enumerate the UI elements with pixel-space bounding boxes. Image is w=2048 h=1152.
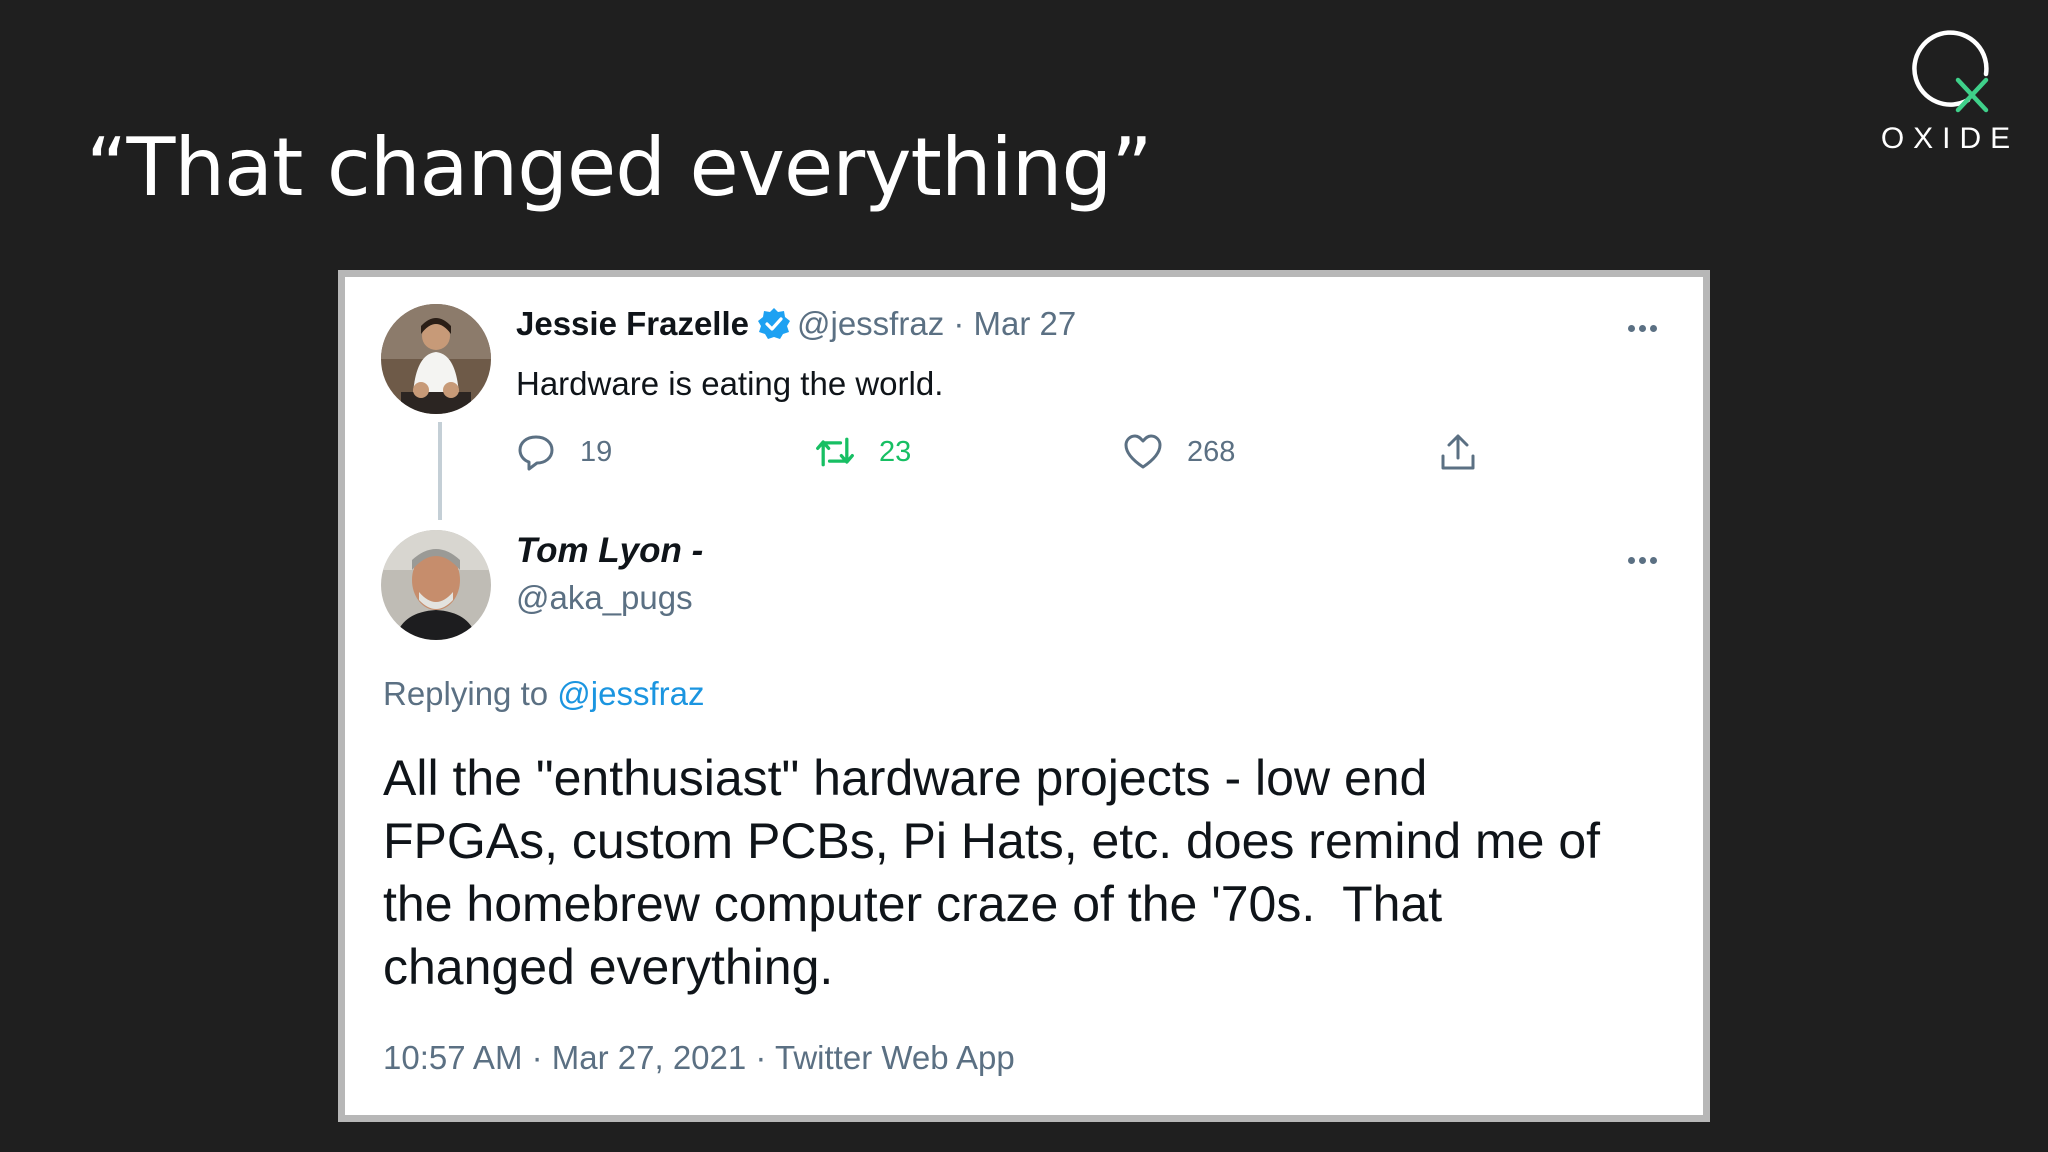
replying-to-link[interactable]: @jessfraz: [557, 675, 704, 712]
like-count: 268: [1187, 435, 1236, 468]
tweet1-date[interactable]: Mar 27: [974, 305, 1077, 342]
retweet-button[interactable]: 23: [815, 430, 911, 474]
oxide-logo-mark-icon: [1912, 30, 1989, 113]
tweet-date[interactable]: Mar 27, 2021: [552, 1039, 746, 1076]
replying-to: Replying to @jessfraz: [383, 675, 704, 713]
reply-button[interactable]: 19: [516, 430, 612, 474]
tweet-metadata: 10:57 AM · Mar 27, 2021 · Twitter Web Ap…: [383, 1039, 1015, 1077]
reply-text-line: changed everything.: [383, 939, 834, 995]
reply-count: 19: [580, 435, 613, 468]
tom-avatar[interactable]: [381, 530, 491, 640]
reply-text-line: the homebrew computer craze of the '70s.…: [383, 876, 1443, 932]
tweet-time[interactable]: 10:57 AM: [383, 1039, 522, 1076]
slide-title: “That changed everything”: [86, 121, 1153, 214]
avatar-photo-jessie-icon: [381, 304, 491, 414]
more-icon-2[interactable]: [1628, 551, 1668, 564]
jessie-avatar[interactable]: [381, 304, 491, 414]
like-button[interactable]: 268: [1123, 430, 1235, 474]
replying-prefix: Replying to: [383, 675, 549, 712]
jessie-handle[interactable]: @jessfraz: [797, 305, 944, 342]
tom-display-name[interactable]: Tom Lyon -: [516, 531, 703, 571]
retweet-count: 23: [879, 435, 912, 468]
share-button[interactable]: [1438, 430, 1502, 474]
tweet1-text: Hardware is eating the world.: [516, 365, 944, 402]
tweet-source[interactable]: Twitter Web App: [775, 1039, 1015, 1076]
tweet1-header: Jessie Frazelle @jessfraz · Mar 27: [516, 304, 1076, 344]
thread-connector-line: [438, 422, 442, 520]
avatar-photo-tom-icon: [381, 530, 491, 640]
oxide-logo: OXIDE: [1880, 30, 2010, 160]
meta-separator: ·: [755, 1039, 767, 1076]
tweet-screenshot: Jessie Frazelle @jessfraz · Mar 27 Hardw…: [338, 270, 1710, 1122]
tweet1-separator: ·: [953, 305, 965, 342]
share-icon: [1441, 434, 1475, 470]
reply-text: All the "enthusiast" hardware projects -…: [383, 747, 1683, 999]
like-icon: [1124, 434, 1162, 469]
oxide-logo-text: OXIDE: [1880, 122, 2020, 155]
reply-icon: [518, 435, 554, 471]
reply-text-line: All the "enthusiast" hardware projects -…: [383, 750, 1428, 806]
more-icon[interactable]: [1628, 319, 1668, 332]
meta-separator: ·: [531, 1039, 543, 1076]
reply-text-line: FPGAs, custom PCBs, Pi Hats, etc. does r…: [383, 813, 1601, 869]
verified-badge-icon: [758, 308, 790, 339]
tom-handle[interactable]: @aka_pugs: [516, 579, 693, 617]
jessie-display-name[interactable]: Jessie Frazelle: [516, 305, 749, 342]
retweet-icon: [816, 437, 854, 467]
